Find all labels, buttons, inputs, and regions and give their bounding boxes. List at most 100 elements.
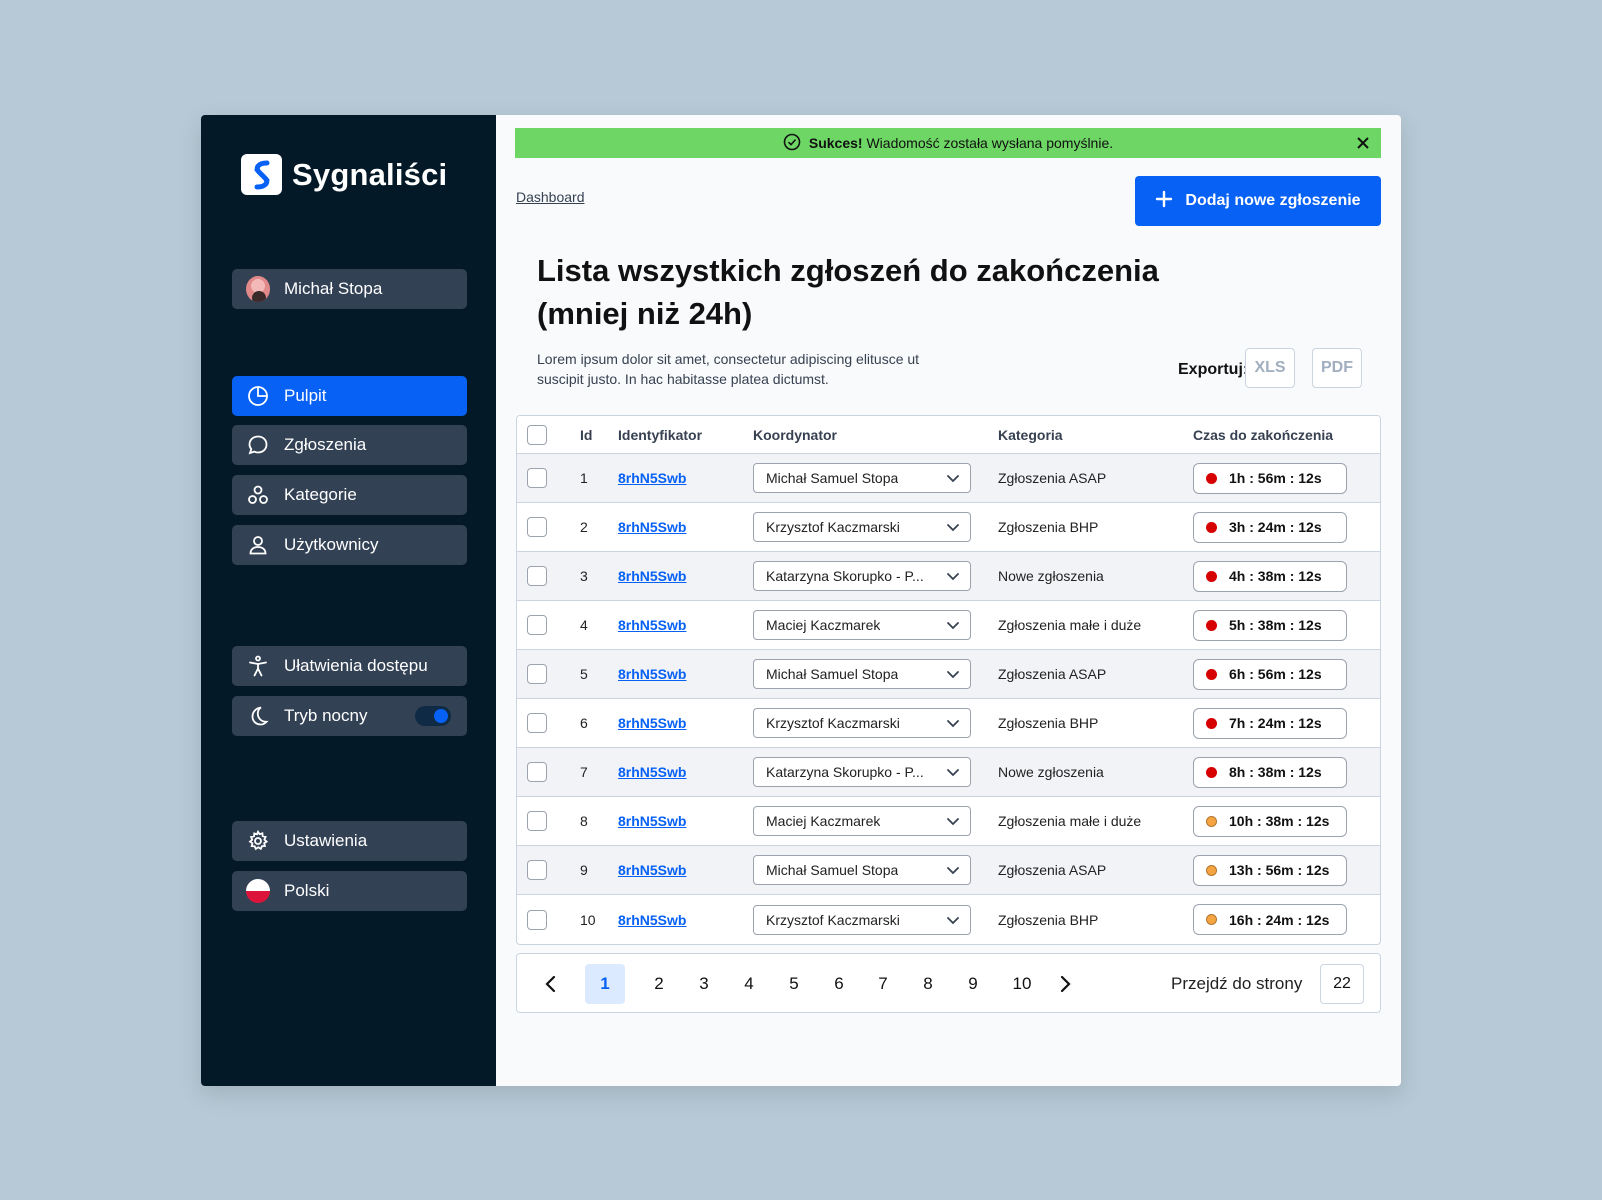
user-profile-button[interactable]: Michał Stopa [232, 269, 467, 309]
row-select-cell [517, 909, 572, 930]
logo-icon [241, 154, 282, 195]
coordinator-value: Maciej Kaczmarek [766, 813, 881, 829]
identifier-link[interactable]: 8rhN5Swb [618, 666, 686, 682]
moon-icon [246, 704, 270, 728]
identifier-link[interactable]: 8rhN5Swb [618, 764, 686, 780]
sidebar-item-users[interactable]: Użytkownicy [232, 525, 467, 565]
page-number-7[interactable]: 7 [863, 964, 903, 1004]
sidebar-item-label: Ustawienia [284, 831, 368, 850]
sidebar-item-dashboard[interactable]: Pulpit [232, 376, 467, 416]
time-remaining-badge: 3h : 24m : 12s [1193, 511, 1347, 543]
coordinator-select[interactable]: Krzysztof Kaczmarski [753, 512, 971, 542]
row-checkbox[interactable] [527, 811, 547, 831]
identifier-link[interactable]: 8rhN5Swb [618, 519, 686, 535]
row-checkbox[interactable] [527, 468, 547, 488]
identifier-link[interactable]: 8rhN5Swb [618, 617, 686, 633]
breadcrumb-dashboard[interactable]: Dashboard [516, 189, 585, 205]
row-select-cell [517, 762, 572, 782]
coordinator-value: Krzysztof Kaczmarski [766, 519, 900, 535]
row-checkbox[interactable] [527, 517, 547, 537]
coordinator-select[interactable]: Katarzyna Skorupko - P... [753, 561, 971, 591]
row-category: Zgłoszenia ASAP [998, 470, 1107, 486]
row-time-cell: 7h : 24m : 12s [1193, 707, 1380, 739]
time-remaining-value: 8h : 38m : 12s [1229, 764, 1322, 780]
status-dot-icon [1206, 914, 1217, 925]
page-number-9[interactable]: 9 [953, 964, 993, 1004]
identifier-link[interactable]: 8rhN5Swb [618, 568, 686, 584]
header-time[interactable]: Czas do zakończenia [1193, 427, 1380, 443]
page-number-2[interactable]: 2 [639, 964, 679, 1004]
row-checkbox[interactable] [527, 762, 547, 782]
page-number-3[interactable]: 3 [684, 964, 724, 1004]
table-row: 2 8rhN5Swb Krzysztof Kaczmarski Zgłoszenia … [517, 503, 1380, 552]
sidebar-item-night-mode[interactable]: Tryb nocny [232, 696, 467, 736]
identifier-link[interactable]: 8rhN5Swb [618, 813, 686, 829]
coordinator-select[interactable]: Michał Samuel Stopa [753, 659, 971, 689]
export-xls-button[interactable]: XLS [1245, 348, 1295, 388]
sidebar-item-language[interactable]: Polski [232, 871, 467, 911]
row-checkbox[interactable] [527, 615, 547, 635]
row-checkbox[interactable] [527, 860, 547, 880]
status-dot-icon [1206, 717, 1217, 729]
identifier-link[interactable]: 8rhN5Swb [618, 862, 686, 878]
table-row: 7 8rhN5Swb Katarzyna Skorupko - P... Nowe z… [517, 748, 1380, 797]
user-icon [246, 533, 270, 557]
coordinator-select[interactable]: Michał Samuel Stopa [753, 855, 971, 885]
header-identifier[interactable]: Identyfikator [618, 427, 753, 443]
page-number-5[interactable]: 5 [774, 964, 814, 1004]
chevron-down-icon [946, 813, 960, 829]
coordinator-select[interactable]: Maciej Kaczmarek [753, 806, 971, 836]
row-category: Zgłoszenia BHP [998, 519, 1099, 535]
table-row: 1 8rhN5Swb Michał Samuel Stopa Zgłoszenia A… [517, 454, 1380, 503]
row-identifier-cell: 8rhN5Swb [618, 470, 753, 486]
categories-icon [246, 483, 270, 507]
coordinator-select[interactable]: Katarzyna Skorupko - P... [753, 757, 971, 787]
header-coordinator[interactable]: Koordynator [753, 427, 998, 443]
row-category: Nowe zgłoszenia [998, 764, 1104, 780]
header-id[interactable]: Id [572, 427, 618, 443]
page-number-8[interactable]: 8 [908, 964, 948, 1004]
row-time-cell: 13h : 56m : 12s [1193, 854, 1380, 886]
identifier-link[interactable]: 8rhN5Swb [618, 470, 686, 486]
time-remaining-value: 10h : 38m : 12s [1229, 813, 1330, 829]
poland-flag-icon [246, 879, 270, 903]
identifier-link[interactable]: 8rhN5Swb [618, 912, 686, 928]
row-coordinator-cell: Michał Samuel Stopa [753, 855, 998, 885]
sidebar-item-accessibility[interactable]: Ułatwienia dostępu [232, 646, 467, 686]
sidebar: Sygnaliści Michał Stopa Pulpit Zgłoszeni… [201, 115, 496, 1086]
row-id: 7 [580, 764, 588, 780]
coordinator-select[interactable]: Krzysztof Kaczmarski [753, 708, 971, 738]
sidebar-item-categories[interactable]: Kategorie [232, 475, 467, 515]
page-number-6[interactable]: 6 [819, 964, 859, 1004]
row-checkbox[interactable] [527, 664, 547, 684]
page-number-10[interactable]: 10 [1002, 964, 1042, 1004]
coordinator-select[interactable]: Maciej Kaczmarek [753, 610, 971, 640]
header-category[interactable]: Kategoria [998, 427, 1193, 443]
goto-page-input[interactable] [1320, 964, 1364, 1004]
identifier-link[interactable]: 8rhN5Swb [618, 715, 686, 731]
row-checkbox[interactable] [527, 713, 547, 733]
chevron-right-icon[interactable] [1053, 972, 1077, 996]
row-time-cell: 16h : 24m : 12s [1193, 904, 1380, 935]
row-identifier-cell: 8rhN5Swb [618, 813, 753, 829]
close-icon[interactable] [1353, 133, 1373, 153]
sidebar-item-settings[interactable]: Ustawienia [232, 821, 467, 861]
row-checkbox[interactable] [527, 909, 547, 930]
brand-logo[interactable]: Sygnaliści [241, 154, 447, 195]
sidebar-item-reports[interactable]: Zgłoszenia [232, 425, 467, 465]
select-all-checkbox[interactable] [527, 424, 547, 445]
coordinator-select[interactable]: Krzysztof Kaczmarski [753, 904, 971, 935]
page-number-4[interactable]: 4 [729, 964, 769, 1004]
row-category: Zgłoszenia BHP [998, 715, 1099, 731]
sidebar-item-label: Zgłoszenia [284, 435, 367, 454]
row-checkbox[interactable] [527, 566, 547, 586]
add-report-button[interactable]: Dodaj nowe zgłoszenie [1135, 176, 1381, 226]
row-category: Zgłoszenia BHP [998, 911, 1099, 928]
night-mode-toggle[interactable] [415, 706, 451, 726]
row-id: 6 [580, 715, 588, 731]
coordinator-select[interactable]: Michał Samuel Stopa [753, 463, 971, 493]
export-pdf-button[interactable]: PDF [1312, 348, 1362, 388]
page-number-1[interactable]: 1 [585, 964, 625, 1004]
row-id: 9 [580, 862, 588, 878]
chevron-left-icon[interactable] [539, 972, 563, 996]
